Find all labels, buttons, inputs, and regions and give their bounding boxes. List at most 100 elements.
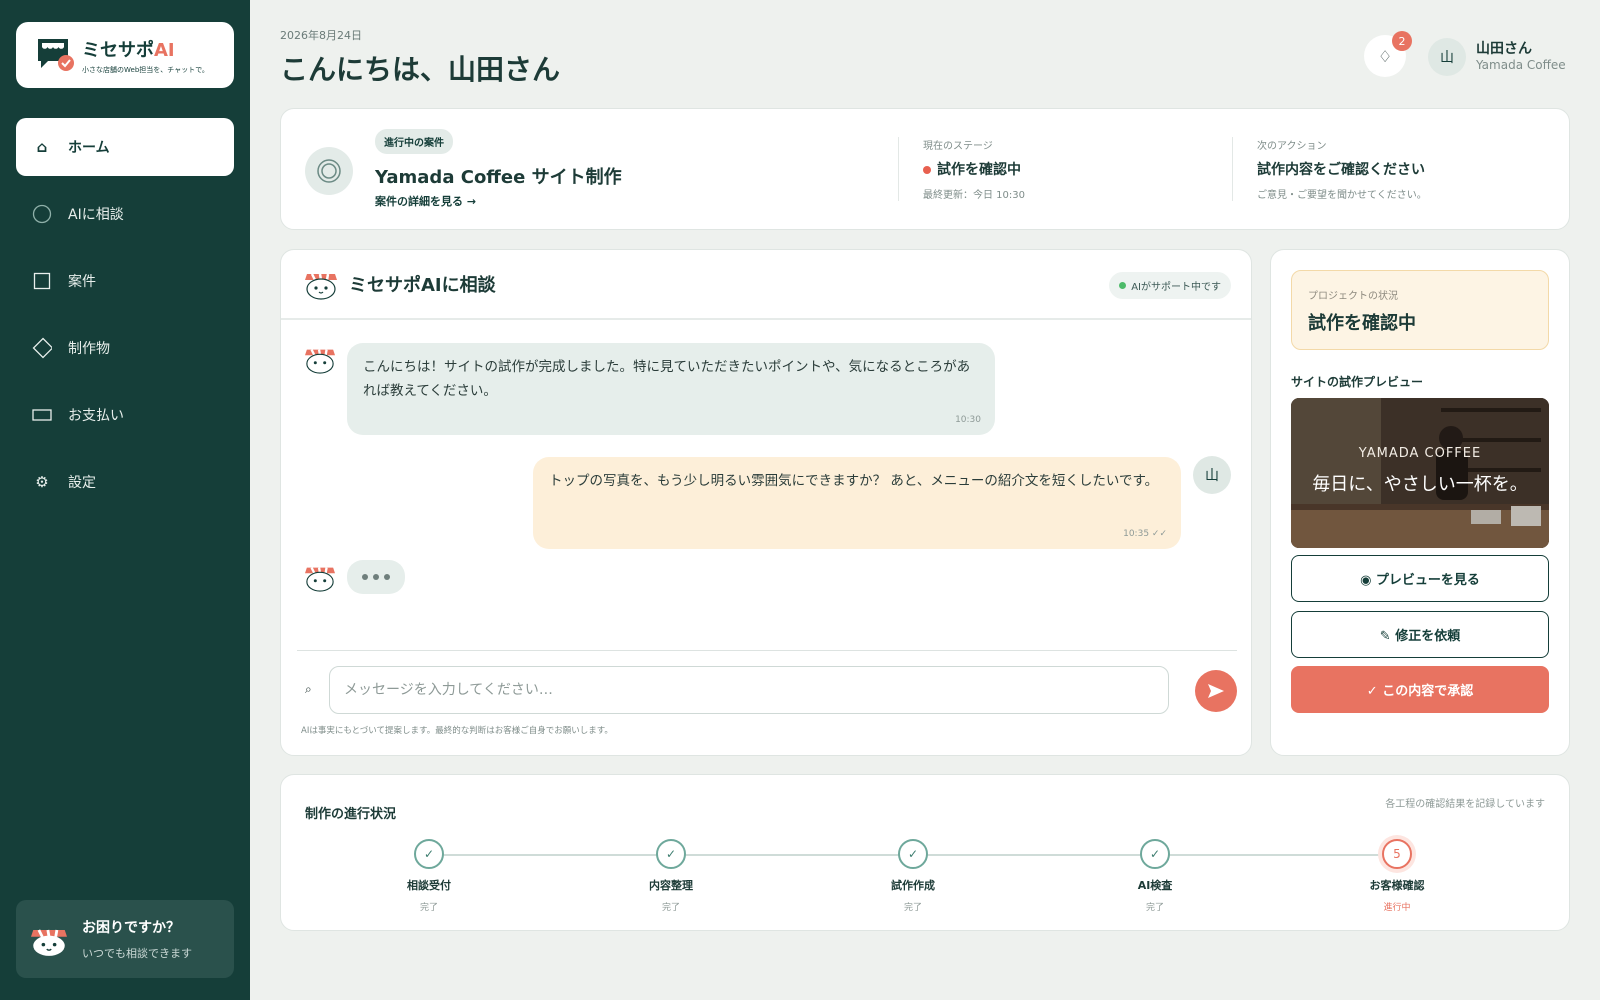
view-preview-button[interactable]: ◉ プレビューを見る <box>1291 555 1549 602</box>
progress-step: ✓ AI検査 完了 <box>1105 839 1205 913</box>
sidebar-item-ai-consult[interactable]: AIに相談 <box>16 185 234 243</box>
sidebar-item-label: 設定 <box>68 475 96 491</box>
mascot-icon <box>31 929 67 956</box>
progress-card: 制作の進行状況 各工程の確認結果を記録しています ✓ 相談受付 完了 ✓ 内容整… <box>280 774 1570 931</box>
user-name[interactable]: 山田さん <box>1476 38 1532 58</box>
ai-avatar <box>305 567 335 592</box>
project-summary-card: 進行中の案件 Yamada Coffee サイト制作 案件の詳細を見る → 現在… <box>280 108 1570 230</box>
project-status-box: プロジェクトの状況 試作を確認中 <box>1291 270 1549 350</box>
mascot-icon <box>305 273 337 300</box>
preview-brand: YAMADA COFFEE <box>1358 446 1482 461</box>
progress-step: ✓ 内容整理 完了 <box>621 839 721 913</box>
chat-circle-icon <box>32 204 52 224</box>
sidebar-item-label: 制作物 <box>68 341 110 357</box>
sidebar-item-label: お支払い <box>68 408 124 424</box>
card-icon <box>32 405 52 425</box>
step-status: 完了 <box>903 903 922 913</box>
gear-icon: ⚙ <box>35 473 49 491</box>
request-revision-button[interactable]: ✎ 修正を依頼 <box>1291 611 1549 658</box>
chat-title: ミセサポAIに相談 <box>349 275 496 296</box>
user-message-avatar: 山 <box>1193 456 1231 494</box>
progress-step-current: 5 お客様確認 進行中 <box>1347 839 1447 913</box>
sidebar-item-home[interactable]: ⌂ ホーム <box>16 118 234 176</box>
stage-label: 現在のステージ <box>923 141 993 152</box>
divider <box>898 137 899 201</box>
current-date: 2026年8月24日 <box>280 29 362 42</box>
ai-disclaimer: AIは事実にもとづいて提案します。最終的な判断はお客様ご自身でお願いします。 <box>301 726 613 736</box>
message-text: こんにちは！サイトの試作が完成しました。特に見ていただきたいポイントや、気になる… <box>363 359 971 399</box>
send-button[interactable] <box>1195 670 1237 712</box>
check-icon: ✓ <box>1140 839 1170 869</box>
message-time: 10:35 ✓✓ <box>1123 529 1167 539</box>
sidebar-nav: ⌂ ホーム AIに相談 案件 制作物 お支払い ⚙ 設定 <box>16 118 234 520</box>
sidebar-item-payments[interactable]: お支払い <box>16 386 234 444</box>
message-input[interactable] <box>329 666 1169 714</box>
status-value: 試作を確認中 <box>1308 313 1416 334</box>
stage-updated: 最終更新：今日 10:30 <box>923 190 1025 201</box>
user-avatar[interactable]: 山 <box>1428 38 1466 76</box>
project-title: Yamada Coffee サイト制作 <box>375 167 622 188</box>
check-icon: ✓ <box>898 839 928 869</box>
logo[interactable]: ミセサポAI 小さな店舗のWeb担当を、チャットで。 <box>16 22 234 88</box>
status-label: プロジェクトの状況 <box>1308 291 1398 302</box>
app-tagline: 小さな店舗のWeb担当を、チャットで。 <box>82 65 209 74</box>
search-icon[interactable]: ⌕ <box>305 682 312 697</box>
progress-title: 制作の進行状況 <box>305 807 397 822</box>
project-detail-link[interactable]: 案件の詳細を見る → <box>375 193 476 209</box>
preview-tagline: 毎日に、やさしい一杯を。 <box>1312 474 1528 495</box>
ai-status-badge: AIがサポート中です <box>1109 272 1231 299</box>
message-time: 10:30 <box>955 415 981 425</box>
approve-button[interactable]: ✓ この内容で承認 <box>1291 666 1549 713</box>
message-text: トップの写真を、もう少し明るい雰囲気にできますか？ あと、メニューの紹介文を短く… <box>549 473 1159 489</box>
square-icon <box>32 271 52 291</box>
step-label: 相談受付 <box>407 879 451 892</box>
site-preview-image[interactable]: YAMADA COFFEE 毎日に、やさしい一杯を。 <box>1291 398 1549 548</box>
help-card[interactable]: お困りですか？ いつでも相談できます <box>16 900 234 978</box>
typing-indicator <box>347 560 405 594</box>
diamond-icon <box>32 337 52 359</box>
user-shop-name: Yamada Coffee <box>1476 58 1566 72</box>
help-title: お困りですか？ <box>82 920 180 936</box>
step-label: 試作作成 <box>891 879 935 892</box>
sidebar-item-label: ホーム <box>68 140 110 156</box>
notification-badge: 2 <box>1392 31 1412 51</box>
sidebar-item-label: 案件 <box>68 274 96 290</box>
ai-avatar <box>305 349 335 374</box>
check-icon: ✓ <box>656 839 686 869</box>
stage-value: 試作を確認中 <box>923 159 1021 179</box>
progress-step: ✓ 相談受付 完了 <box>379 839 479 913</box>
check-icon: ✓ <box>414 839 444 869</box>
shop-chat-logo-icon <box>38 39 74 71</box>
step-label: お客様確認 <box>1369 879 1425 892</box>
app-name: ミセサポAI <box>82 39 175 61</box>
step-status: 完了 <box>419 903 438 913</box>
diamond-notification-icon: ♢ <box>1377 46 1393 66</box>
step-status: 完了 <box>1145 903 1164 913</box>
sidebar-item-deliverables[interactable]: 制作物 <box>16 319 234 377</box>
status-dot-icon <box>923 166 931 174</box>
preview-label: サイトの試作プレビュー <box>1291 375 1424 389</box>
page-title: こんにちは、山田さん <box>280 53 561 86</box>
step-label: 内容整理 <box>649 879 693 892</box>
progress-note: 各工程の確認結果を記録しています <box>1385 799 1545 810</box>
sidebar-item-label: AIに相談 <box>68 207 124 223</box>
step-status: 進行中 <box>1383 903 1411 913</box>
send-icon <box>1208 684 1224 698</box>
home-icon: ⌂ <box>36 138 48 156</box>
project-status-badge: 進行中の案件 <box>375 129 453 154</box>
divider <box>297 650 1237 651</box>
chat-header: ミセサポAIに相談 AIがサポート中です <box>281 250 1251 320</box>
sidebar-item-projects[interactable]: 案件 <box>16 252 234 310</box>
next-action-sub: ご意見・ご要望を聞かせてください。 <box>1257 190 1427 201</box>
next-action-label: 次のアクション <box>1257 141 1327 152</box>
step-number: 5 <box>1382 839 1412 869</box>
online-dot-icon <box>1119 282 1127 289</box>
preview-panel: プロジェクトの状況 試作を確認中 サイトの試作プレビュー YAMADA COFF… <box>1270 249 1570 756</box>
notification-button[interactable]: ♢ 2 <box>1364 31 1412 77</box>
divider <box>1232 137 1233 201</box>
help-subtitle: いつでも相談できます <box>82 947 192 960</box>
user-message: トップの写真を、もう少し明るい雰囲気にできますか？ あと、メニューの紹介文を短く… <box>533 457 1181 549</box>
sidebar-item-settings[interactable]: ⚙ 設定 <box>16 453 234 511</box>
progress-step: ✓ 試作作成 完了 <box>863 839 963 913</box>
step-status: 完了 <box>661 903 680 913</box>
